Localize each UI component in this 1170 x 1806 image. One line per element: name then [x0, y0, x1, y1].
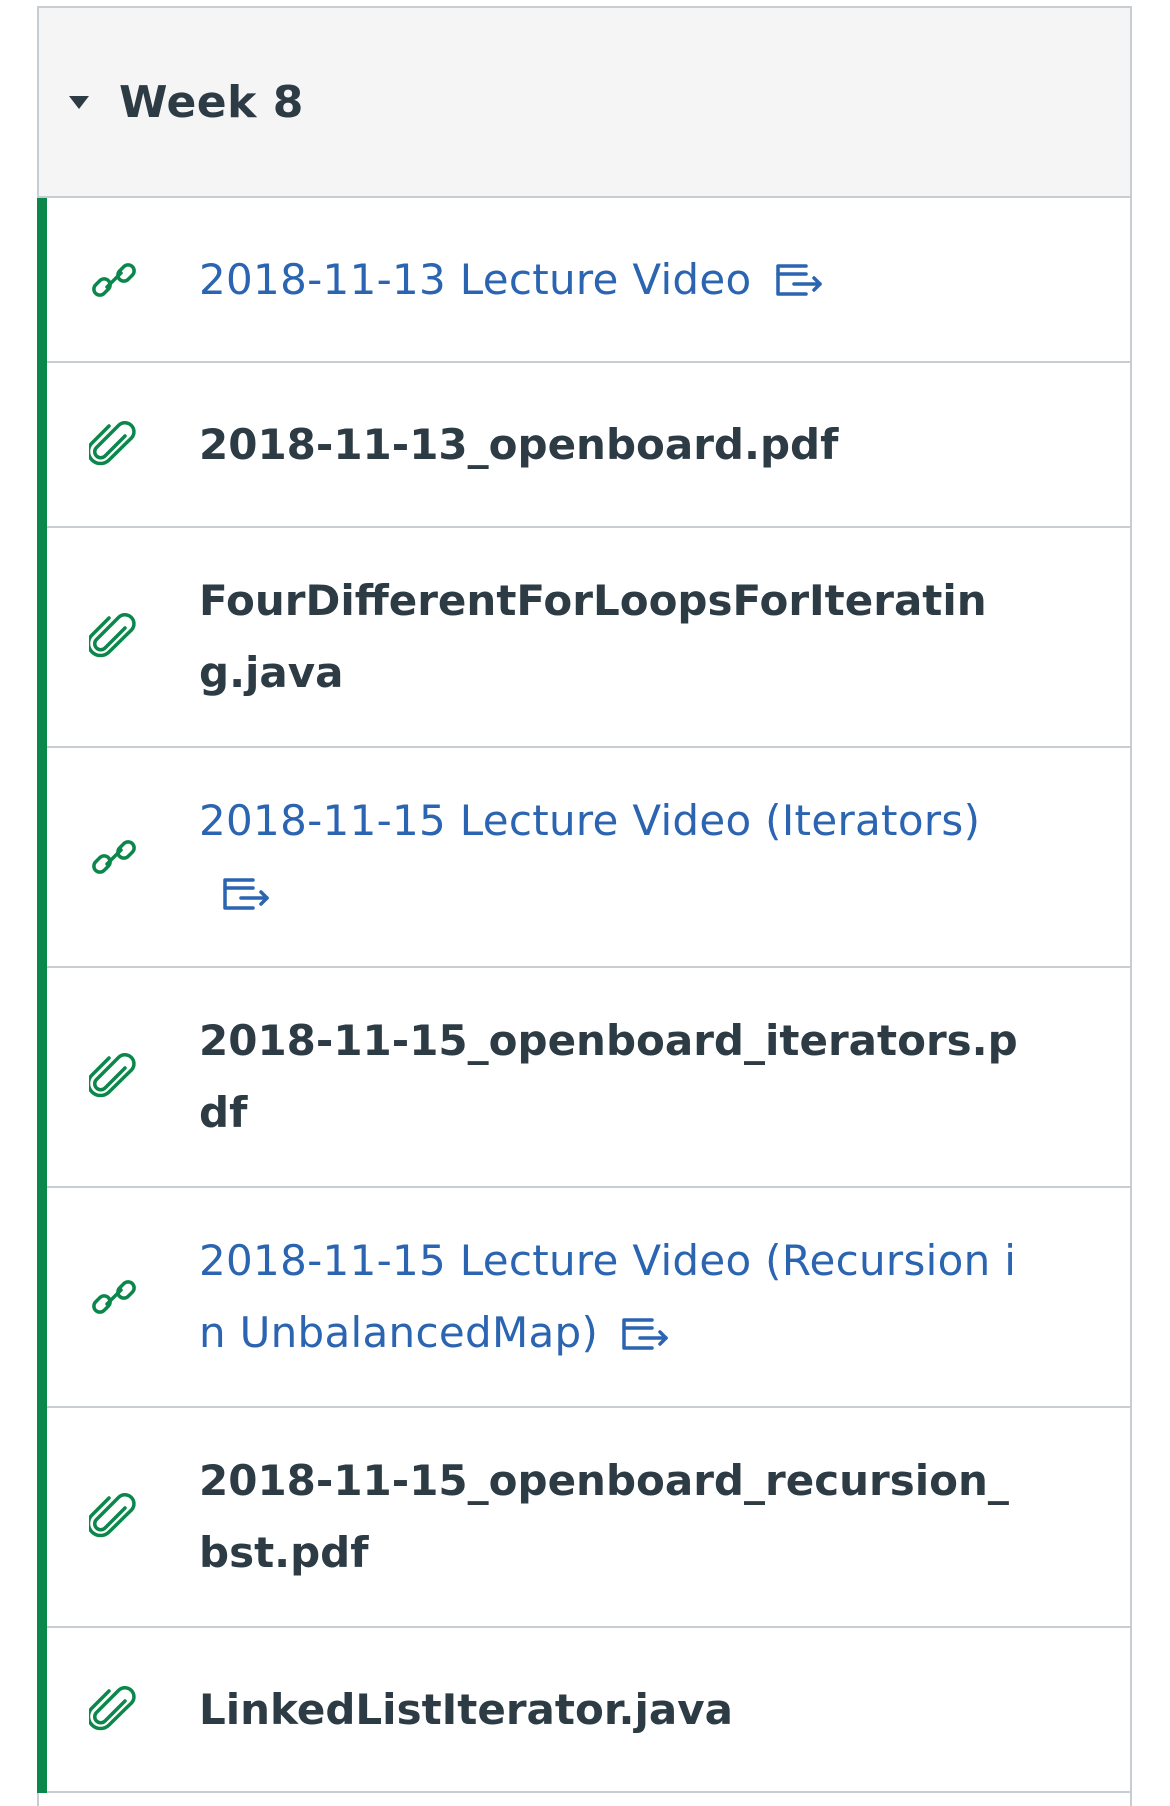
module-header[interactable]: Week 8	[39, 8, 1130, 198]
link-icon	[92, 1280, 136, 1314]
item-title-link[interactable]: 2018-11-13 Lecture Video	[199, 244, 826, 316]
paperclip-icon	[89, 420, 136, 465]
module-title: Week 8	[119, 76, 304, 128]
item-title-file[interactable]: 2018-11-15_openboard_iterators.pdf	[199, 1005, 1020, 1149]
link-icon	[92, 262, 136, 297]
item-title-link[interactable]: 2018-11-15 Lecture Video (Recursion in U…	[199, 1225, 1020, 1369]
module-item[interactable]: 2018-11-13 Lecture Video	[37, 198, 1130, 363]
paperclip-icon	[89, 613, 136, 658]
module-item[interactable]: LinkedListIterator.java	[37, 1628, 1130, 1793]
module-item[interactable]: 2018-11-15_openboard_iterators.pdf	[37, 968, 1130, 1188]
item-title-file[interactable]: 2018-11-13_openboard.pdf	[199, 409, 838, 481]
module-item[interactable]: 2018-11-15_openboard_recursion_bst.pdf	[37, 1408, 1130, 1628]
paperclip-icon	[89, 1493, 136, 1538]
module-item[interactable]: FourDifferentForLoopsForIterating.java	[37, 528, 1130, 748]
external-link-icon[interactable]	[774, 260, 826, 298]
external-link-icon[interactable]	[221, 874, 273, 912]
link-icon	[92, 840, 136, 874]
item-title-file[interactable]: FourDifferentForLoopsForIterating.java	[199, 565, 1020, 709]
module-item[interactable]: 2018-11-15 Lecture Video (Iterators)	[37, 748, 1130, 968]
item-title-file[interactable]: 2018-11-15_openboard_recursion_bst.pdf	[199, 1445, 1020, 1589]
external-link-icon[interactable]	[620, 1314, 672, 1352]
item-title-file[interactable]: LinkedListIterator.java	[199, 1674, 733, 1746]
item-title-link[interactable]: 2018-11-15 Lecture Video (Iterators)	[199, 785, 1020, 929]
module-item[interactable]: 2018-11-15 Lecture Video (Recursion in U…	[37, 1188, 1130, 1408]
paperclip-icon	[89, 1685, 136, 1730]
caret-down-icon[interactable]	[69, 95, 89, 109]
module-item[interactable]: 2018-11-13_openboard.pdf	[37, 363, 1130, 528]
paperclip-icon	[89, 1053, 136, 1098]
module-items-list: 2018-11-13 Lecture Video 2018-11-13_open…	[37, 198, 1130, 1793]
module-week-8: Week 8 2018-11-13 Lecture Video 2018-11-…	[37, 6, 1132, 1806]
